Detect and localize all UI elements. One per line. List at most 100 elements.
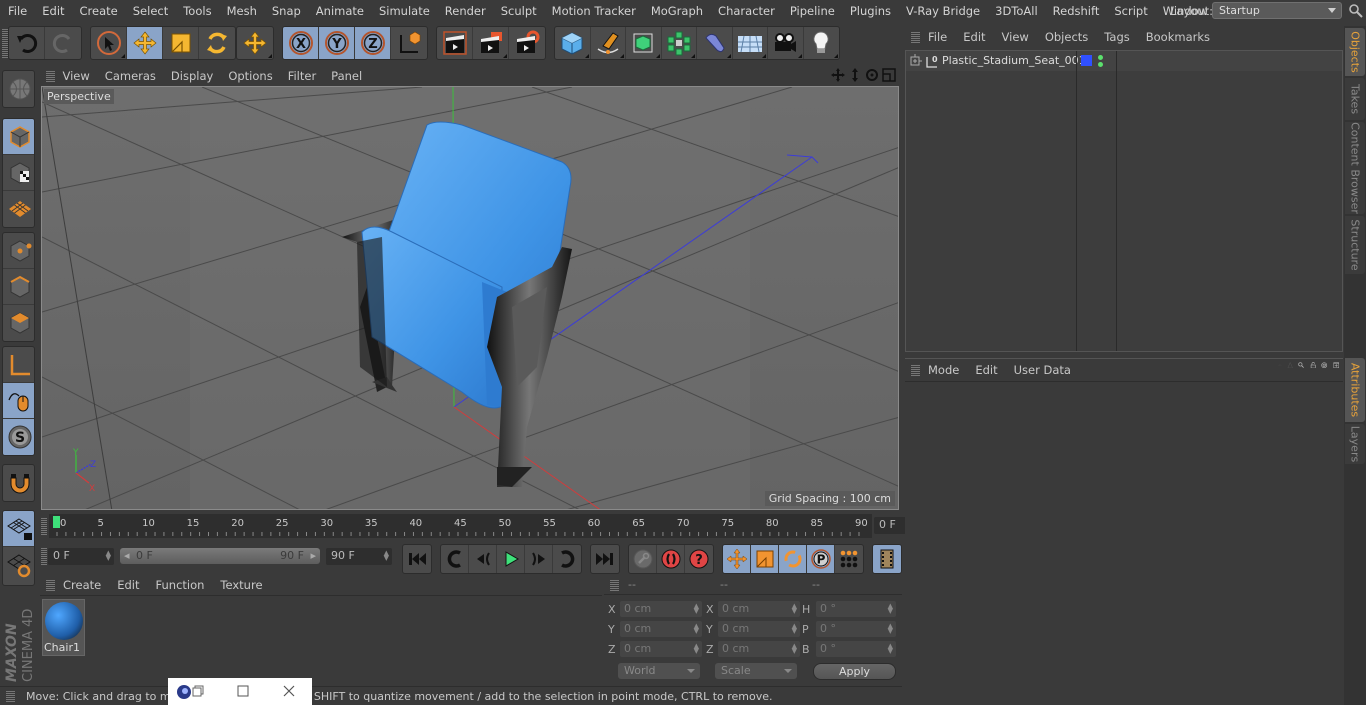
close-icon[interactable]	[283, 685, 295, 697]
menu-edit[interactable]: Edit	[35, 4, 72, 18]
viewport-menu-options[interactable]: Options	[221, 69, 280, 83]
search-icon[interactable]	[1298, 362, 1305, 368]
om-menu-tags[interactable]: Tags	[1096, 30, 1137, 44]
toggle-layout-icon[interactable]	[882, 68, 896, 82]
menu-3dtoall[interactable]: 3DToAll	[988, 4, 1046, 18]
rotate-view-icon[interactable]	[865, 68, 879, 82]
attribute-manager-grip[interactable]	[911, 363, 920, 376]
tab-objects[interactable]: Objects	[1345, 28, 1365, 76]
om-menu-file[interactable]: File	[920, 30, 955, 44]
column-divider[interactable]	[1116, 51, 1117, 351]
material-menu-edit[interactable]: Edit	[109, 578, 147, 592]
menu-select[interactable]: Select	[125, 4, 175, 18]
viewport-menu-display[interactable]: Display	[163, 69, 220, 83]
menu-render[interactable]: Render	[437, 4, 493, 18]
recent-tool-button[interactable]	[237, 27, 273, 59]
range-left-arrow-icon[interactable]: ◂	[124, 549, 130, 562]
solo-button[interactable]: S	[3, 419, 34, 455]
material-menu-function[interactable]: Function	[148, 578, 213, 592]
menu-file[interactable]: File	[0, 4, 35, 18]
spinner-icon[interactable]: ▲▼	[384, 550, 389, 562]
viewport-menu-panel[interactable]: Panel	[324, 69, 370, 83]
texture-mode-button[interactable]	[3, 155, 34, 191]
new-panel-icon[interactable]	[1332, 362, 1339, 369]
tab-takes[interactable]: Takes	[1345, 78, 1365, 120]
motion-record-button[interactable]	[629, 545, 657, 573]
viewport-grip[interactable]	[46, 70, 55, 82]
lock-workplane-button[interactable]	[3, 511, 34, 547]
coordinate-space-select[interactable]: World	[618, 663, 700, 679]
play-button[interactable]	[497, 545, 525, 573]
spinner-icon[interactable]: ▲▼	[106, 550, 111, 562]
preview-range-slider[interactable]: ◂ 0 F 90 F ▸	[120, 548, 320, 564]
menu-pipeline[interactable]: Pipeline	[782, 4, 842, 18]
floor-button[interactable]	[733, 27, 768, 59]
move-tool-button[interactable]	[127, 27, 163, 59]
cube-button[interactable]	[555, 27, 591, 59]
cloner-button[interactable]	[662, 27, 697, 59]
menu-simulate[interactable]: Simulate	[371, 4, 437, 18]
bend-deformer-button[interactable]	[697, 27, 733, 59]
model-mode-button[interactable]	[3, 119, 34, 155]
up-arrow-icon[interactable]	[1287, 362, 1293, 369]
back-forward-icon[interactable]	[1278, 362, 1282, 368]
menu-snap[interactable]: Snap	[264, 4, 308, 18]
size-z-field[interactable]: 0 cm ▲ ▼	[718, 641, 800, 657]
render-settings-button[interactable]	[509, 27, 545, 59]
om-menu-objects[interactable]: Objects	[1037, 30, 1096, 44]
maximize-icon[interactable]	[237, 685, 249, 697]
scale-tool-button[interactable]	[163, 27, 199, 59]
size-mode-select[interactable]: Scale	[715, 663, 797, 679]
om-menu-bookmarks[interactable]: Bookmarks	[1138, 30, 1218, 44]
timeline-grip[interactable]	[41, 517, 47, 535]
viewport-menu-view[interactable]: View	[55, 69, 97, 83]
tab-structure[interactable]: Structure	[1345, 216, 1365, 274]
menu-create[interactable]: Create	[72, 4, 125, 18]
rotate-tool-button[interactable]	[199, 27, 235, 59]
next-frame-button[interactable]	[525, 545, 553, 573]
viewport-menu-cameras[interactable]: Cameras	[97, 69, 163, 83]
rotation-b-field[interactable]: 0 ° ▲ ▼	[816, 641, 896, 657]
lock-icon[interactable]	[1310, 362, 1316, 369]
spinner-icon[interactable]: ▲▼	[694, 623, 699, 635]
timeline-ruler[interactable]: 0 5 10 15 20 25 30 35 40 45 50 55 60 65 70 75 80 85 90	[49, 514, 872, 538]
am-menu-user-data[interactable]: User Data	[1006, 363, 1079, 377]
camera-button[interactable]	[768, 27, 804, 59]
y-axis-lock-button[interactable]: Y	[319, 27, 355, 59]
spinner-icon[interactable]: ▲▼	[792, 643, 797, 655]
restore-icon[interactable]	[192, 685, 204, 697]
subdivision-surface-button[interactable]	[626, 27, 662, 59]
end-frame-field[interactable]: 90 F ▲ ▼	[326, 548, 392, 565]
viewport-menu-filter[interactable]: Filter	[280, 69, 323, 83]
position-x-field[interactable]: 0 cm ▲ ▼	[620, 601, 702, 617]
coordinates-grip[interactable]	[610, 579, 619, 591]
apply-button[interactable]: Apply	[813, 663, 896, 680]
planar-workplane-button[interactable]	[3, 547, 34, 583]
editor-visibility-dot[interactable]	[1098, 55, 1103, 60]
live-selection-button[interactable]	[91, 27, 127, 59]
start-frame-field[interactable]: 0 F ▲ ▼	[48, 548, 114, 565]
camera-label[interactable]: Perspective	[44, 89, 114, 104]
size-y-field[interactable]: 0 cm ▲ ▼	[718, 621, 800, 637]
rotation-key-button[interactable]	[779, 545, 807, 573]
make-editable-button[interactable]	[3, 71, 34, 107]
point-level-key-button[interactable]	[835, 545, 863, 573]
undo-button[interactable]	[9, 27, 45, 59]
parameter-key-button[interactable]: P	[807, 545, 835, 573]
search-icon[interactable]	[1348, 3, 1364, 19]
rotation-h-field[interactable]: 0 ° ▲ ▼	[816, 601, 896, 617]
transport-grip[interactable]	[41, 547, 47, 565]
x-axis-lock-button[interactable]: X	[283, 27, 319, 59]
tab-layers[interactable]: Layers	[1345, 424, 1365, 464]
material-menu-create[interactable]: Create	[55, 578, 109, 592]
position-key-button[interactable]	[723, 545, 751, 573]
spinner-icon[interactable]: ▲▼	[792, 603, 797, 615]
material-menu-texture[interactable]: Texture	[212, 578, 270, 592]
enable-axis-button[interactable]	[3, 347, 34, 383]
object-row[interactable]: 0 Plastic_Stadium_Seat_001	[906, 51, 1342, 71]
size-x-field[interactable]: 0 cm ▲ ▼	[718, 601, 800, 617]
spinner-icon[interactable]: ▲▼	[792, 623, 797, 635]
material-grip[interactable]	[46, 579, 55, 591]
spinner-icon[interactable]: ▲▼	[888, 643, 893, 655]
z-axis-lock-button[interactable]: Z	[355, 27, 391, 59]
